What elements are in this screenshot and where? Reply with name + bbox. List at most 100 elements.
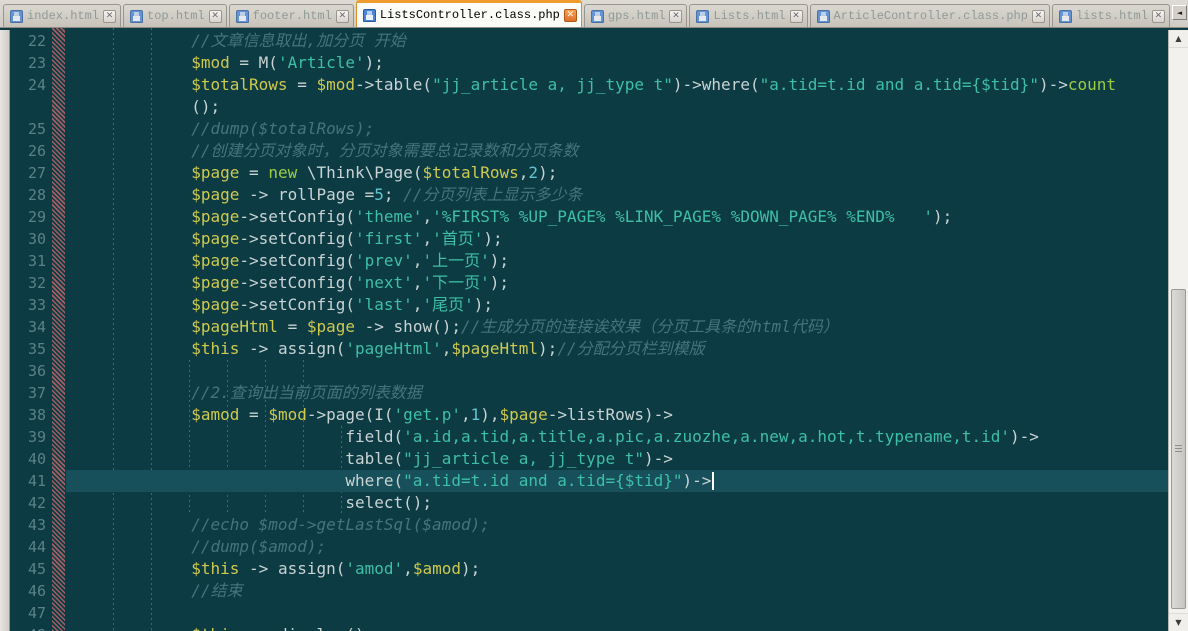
saved-file-icon xyxy=(362,8,376,22)
code-text[interactable] xyxy=(66,360,1168,382)
line-number: 34 xyxy=(27,318,46,336)
code-text[interactable]: $page = new \Think\Page($totalRows,2); xyxy=(66,162,1168,184)
code-line: 35 $this -> assign('pageHtml',$pageHtml)… xyxy=(10,338,1168,360)
close-tab-icon[interactable]: ✕ xyxy=(335,9,349,23)
vertical-scrollbar[interactable]: ▲ ▼ xyxy=(1168,30,1188,631)
line-number: 23 xyxy=(27,54,46,72)
close-tab-icon[interactable]: ✕ xyxy=(103,9,117,23)
code-text[interactable] xyxy=(66,602,1168,624)
code-text[interactable]: $page->setConfig('first','首页'); xyxy=(66,228,1168,250)
margin-spacer xyxy=(52,184,66,206)
tab-gps.html[interactable]: gps.html ✕ xyxy=(583,4,688,27)
margin-spacer xyxy=(52,492,66,514)
code-text[interactable]: $page->setConfig('prev','上一页'); xyxy=(66,250,1168,272)
code-text[interactable]: //2.查询出当前页面的列表数据 xyxy=(66,382,1168,404)
tab-index.html[interactable]: index.html ✕ xyxy=(3,4,122,27)
code-text[interactable]: $mod = M('Article'); xyxy=(66,52,1168,74)
code-text[interactable]: $page->setConfig('last','尾页'); xyxy=(66,294,1168,316)
code-text[interactable]: //创建分页对象时，分页对象需要总记录数和分页条数 xyxy=(66,140,1168,162)
code-text[interactable]: $amod = $mod->page(I('get.p',1),$page->l… xyxy=(66,404,1168,426)
tab-footer.html[interactable]: footer.html ✕ xyxy=(228,4,354,27)
line-number: 44 xyxy=(27,538,46,556)
close-tab-icon[interactable]: ✕ xyxy=(563,8,577,22)
code-line: 30 $page->setConfig('first','首页'); xyxy=(10,228,1168,250)
scrollbar-down-icon[interactable]: ▼ xyxy=(1169,613,1188,631)
close-tab-icon[interactable]: ✕ xyxy=(1151,9,1165,23)
code-text[interactable]: $page -> rollPage =5; //分页列表上显示多少条 xyxy=(66,184,1168,206)
code-line: 22 //文章信息取出,加分页 开始 xyxy=(10,30,1168,52)
code-text[interactable]: $totalRows = $mod->table("jj_article a, … xyxy=(66,74,1168,96)
code-text[interactable]: //文章信息取出,加分页 开始 xyxy=(66,30,1168,52)
code-line: 25 //dump($totalRows); xyxy=(10,118,1168,140)
tab-scroll-left-icon[interactable]: ◄ xyxy=(1171,5,1187,20)
tab-ListsController.class.php[interactable]: ListsController.class.php ✕ xyxy=(355,0,582,27)
code-line: 33 $page->setConfig('last','尾页'); xyxy=(10,294,1168,316)
line-number: 40 xyxy=(27,450,46,468)
code-text[interactable]: //dump($amod); xyxy=(66,536,1168,558)
line-number: 42 xyxy=(27,494,46,512)
line-number: 35 xyxy=(27,340,46,358)
margin-spacer xyxy=(52,602,66,624)
code-text[interactable]: select(); xyxy=(66,492,1168,514)
code-text[interactable]: (); xyxy=(66,96,1168,118)
code-text[interactable]: $this -> assign('amod',$amod); xyxy=(66,558,1168,580)
code-text[interactable]: //echo $mod->getLastSql($amod); xyxy=(66,514,1168,536)
close-tab-icon[interactable]: ✕ xyxy=(1031,9,1045,23)
code-line: 27 $page = new \Think\Page($totalRows,2)… xyxy=(10,162,1168,184)
code-line: 44 //dump($amod); xyxy=(10,536,1168,558)
line-number: 46 xyxy=(27,582,46,600)
margin-spacer xyxy=(52,580,66,602)
saved-file-icon xyxy=(235,9,249,23)
tab-label: index.html xyxy=(27,9,100,23)
code-editor[interactable]: 22 //文章信息取出,加分页 开始 23 $mod = M('Article')… xyxy=(10,28,1168,631)
line-number: 48 xyxy=(10,624,52,631)
code-text[interactable]: where("a.tid=t.id and a.tid={$tid}")-> xyxy=(66,470,1168,492)
text-cursor xyxy=(712,472,715,490)
margin-spacer xyxy=(52,382,66,404)
tab-label: top.html xyxy=(147,9,205,23)
code-text[interactable]: field('a.id,a.tid,a.title,a.pic,a.zuozhe… xyxy=(66,426,1168,448)
line-number: 31 xyxy=(27,252,46,270)
line-number: 27 xyxy=(27,164,46,182)
margin-spacer xyxy=(52,74,66,96)
margin-spacer xyxy=(52,426,66,448)
code-line: 46 //结束 xyxy=(10,580,1168,602)
line-number: 39 xyxy=(27,428,46,446)
code-line: 47 xyxy=(10,602,1168,624)
code-text[interactable]: table("jj_article a, jj_type t")-> xyxy=(66,448,1168,470)
saved-file-icon xyxy=(1058,9,1072,23)
tab-top.html[interactable]: top.html ✕ xyxy=(123,4,227,27)
code-text[interactable]: $pageHtml = $page -> show();//生成分页的连接诶效果… xyxy=(66,316,1168,338)
scrollbar-thumb[interactable] xyxy=(1171,289,1186,609)
code-line: 31 $page->setConfig('prev','上一页'); xyxy=(10,250,1168,272)
tab-label: ArticleController.class.php xyxy=(833,9,1028,23)
tab-Lists.html[interactable]: Lists.html ✕ xyxy=(689,4,808,27)
code-text[interactable]: $page->setConfig('next','下一页'); xyxy=(66,272,1168,294)
margin-spacer xyxy=(52,470,66,492)
code-text[interactable]: $this -> assign('pageHtml',$pageHtml);//… xyxy=(66,338,1168,360)
tab-lists.html[interactable]: lists.html ✕ xyxy=(1051,4,1170,27)
margin-spacer xyxy=(52,30,66,52)
line-number: 26 xyxy=(27,142,46,160)
code-line: 48 $this -> display(); xyxy=(10,624,1168,631)
code-text[interactable]: //dump($totalRows); xyxy=(66,118,1168,140)
code-text[interactable]: //结束 xyxy=(66,580,1168,602)
close-tab-icon[interactable]: ✕ xyxy=(789,9,803,23)
code-line: 45 $this -> assign('amod',$amod); xyxy=(10,558,1168,580)
code-line: 41 where("a.tid=t.id and a.tid={$tid}")-… xyxy=(10,470,1168,492)
close-tab-icon[interactable]: ✕ xyxy=(669,9,683,23)
tab-strip: index.html ✕ top.html ✕ footer.html ✕ ListsCon… xyxy=(3,0,1172,27)
close-tab-icon[interactable]: ✕ xyxy=(208,9,222,23)
line-number: 47 xyxy=(27,604,46,622)
code-text[interactable]: $page->setConfig('theme','%FIRST% %UP_PA… xyxy=(66,206,1168,228)
line-number: 33 xyxy=(27,296,46,314)
line-number xyxy=(10,96,52,118)
code-lines: 22 //文章信息取出,加分页 开始 23 $mod = M('Article')… xyxy=(10,30,1168,631)
code-line: 34 $pageHtml = $page -> show();//生成分页的连接… xyxy=(10,316,1168,338)
tab-label: ListsController.class.php xyxy=(379,8,560,22)
tab-ArticleController.class.php[interactable]: ArticleController.class.php ✕ xyxy=(809,4,1050,27)
scrollbar-up-icon[interactable]: ▲ xyxy=(1169,30,1188,48)
margin-spacer xyxy=(52,338,66,360)
line-number: 38 xyxy=(27,406,46,424)
code-text[interactable]: $this -> display(); xyxy=(66,624,1168,631)
